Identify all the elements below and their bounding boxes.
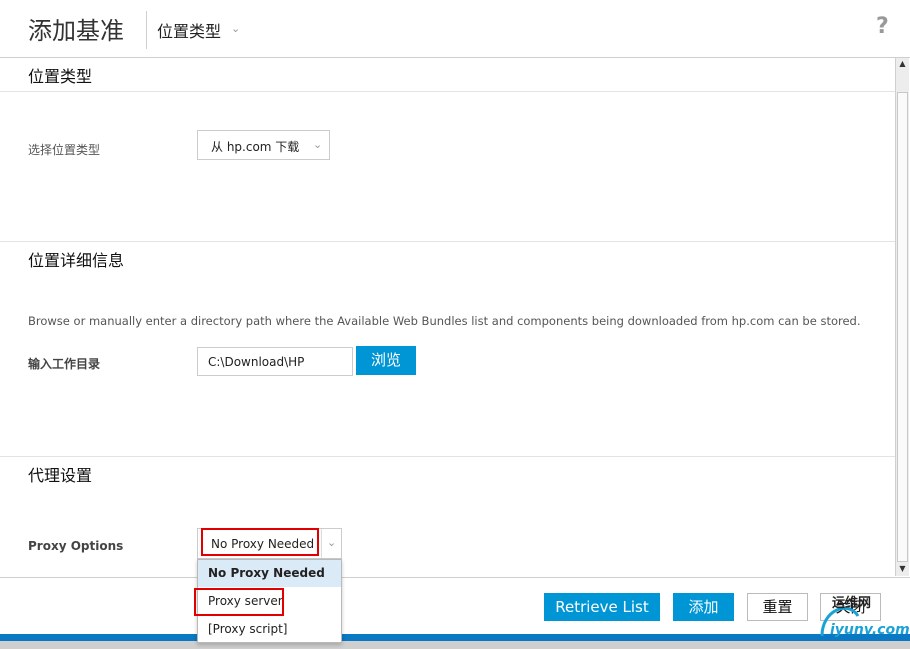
browse-button[interactable]: 浏览 [356, 346, 416, 375]
help-icon[interactable]: ? [876, 14, 889, 39]
section-heading-location-detail: 位置详细信息 [28, 251, 125, 270]
dropdown-option-no-proxy[interactable]: No Proxy Needed [198, 560, 341, 587]
working-dir-label: 输入工作目录 [28, 357, 101, 371]
divider [0, 241, 895, 242]
watermark-url: iyunv.com [830, 622, 910, 638]
watermark-logo: 运维网 iyunv.com [818, 590, 910, 640]
scroll-up-icon[interactable]: ▲ [896, 58, 909, 70]
dropdown-option-proxy-script[interactable]: [Proxy script] [198, 616, 341, 643]
scrollbar-thumb[interactable] [897, 92, 908, 562]
location-type-label: 选择位置类型 [28, 143, 101, 157]
working-dir-input[interactable]: C:\Download\HP [197, 347, 353, 376]
select-divider [321, 529, 322, 558]
chevron-down-icon: ⌄ [313, 138, 323, 151]
reset-button[interactable]: 重置 [747, 593, 808, 621]
highlight-box [194, 588, 284, 616]
header-bar: 添加基准 位置类型 ⌄ ? [0, 0, 910, 58]
section-heading-proxy: 代理设置 [28, 466, 93, 485]
footer-bar: Retrieve List 添加 重置 关闭 [0, 577, 910, 635]
location-type-value: 从 hp.com 下载 [211, 140, 300, 154]
proxy-options-label: Proxy Options [28, 539, 124, 553]
status-strip [0, 641, 910, 649]
wizard-content: 位置类型 选择位置类型 从 hp.com 下载 ⌄ 位置详细信息 Browse … [0, 58, 895, 576]
section-heading-location-type: 位置类型 [28, 67, 93, 86]
location-detail-description: Browse or manually enter a directory pat… [28, 314, 861, 328]
highlight-box [201, 528, 319, 556]
watermark-text: 运维网 [832, 596, 872, 611]
add-button[interactable]: 添加 [673, 593, 734, 621]
divider [0, 456, 895, 457]
location-type-select[interactable]: 从 hp.com 下载 ⌄ [197, 130, 330, 160]
vertical-scrollbar[interactable]: ▲ ▼ [895, 58, 909, 576]
bottom-accent-bar [0, 634, 910, 641]
title-divider [146, 11, 147, 49]
scroll-down-icon[interactable]: ▼ [896, 563, 909, 575]
page-title: 添加基准 [28, 17, 124, 45]
chevron-down-icon: ⌄ [327, 536, 337, 549]
chevron-down-icon[interactable]: ⌄ [231, 22, 240, 35]
retrieve-list-button[interactable]: Retrieve List [544, 593, 660, 621]
breadcrumb-location-type[interactable]: 位置类型 [157, 18, 221, 42]
divider [0, 91, 895, 92]
